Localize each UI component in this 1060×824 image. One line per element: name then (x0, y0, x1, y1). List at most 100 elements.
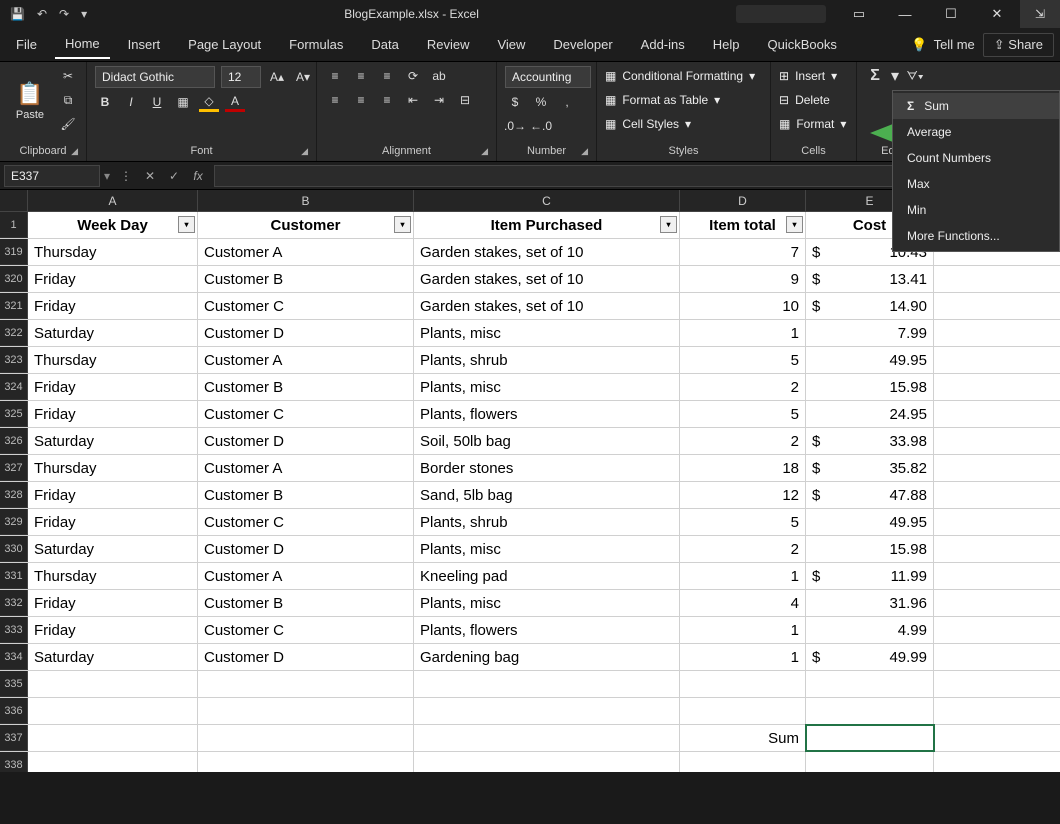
italic-button[interactable]: I (121, 92, 141, 112)
cell-item[interactable]: Kneeling pad (414, 563, 680, 589)
row-header[interactable]: 334 (0, 644, 28, 670)
cell-customer[interactable]: Customer A (198, 239, 414, 265)
cell-cost[interactable]: $33.98 (806, 428, 934, 454)
tab-page-layout[interactable]: Page Layout (178, 31, 271, 58)
cell-cost[interactable]: 7.99 (806, 320, 934, 346)
col-header-b[interactable]: B (198, 190, 414, 211)
cell-qty[interactable]: 18 (680, 455, 806, 481)
font-dialog-icon[interactable]: ◢ (301, 146, 308, 157)
cell-item[interactable]: Garden stakes, set of 10 (414, 266, 680, 292)
cell-qty[interactable]: 1 (680, 320, 806, 346)
row-header[interactable]: 322 (0, 320, 28, 346)
cell-qty[interactable]: 5 (680, 347, 806, 373)
cell-cost[interactable]: 24.95 (806, 401, 934, 427)
cell-empty[interactable] (28, 698, 198, 724)
cell-cost[interactable]: $49.99 (806, 644, 934, 670)
cell-customer[interactable]: Customer D (198, 536, 414, 562)
tab-home[interactable]: Home (55, 30, 110, 59)
cell-week-day[interactable]: Saturday (28, 536, 198, 562)
cell-item[interactable]: Gardening bag (414, 644, 680, 670)
close-button[interactable]: ✕ (974, 0, 1020, 28)
tab-insert[interactable]: Insert (118, 31, 171, 58)
maximize-button[interactable]: ☐ (928, 0, 974, 28)
increase-indent-icon[interactable]: ⇥ (429, 90, 449, 110)
cell-cost[interactable]: 15.98 (806, 536, 934, 562)
cell-empty[interactable] (806, 671, 934, 697)
row-header[interactable]: 326 (0, 428, 28, 454)
alignment-dialog-icon[interactable]: ◢ (481, 146, 488, 157)
filter-item-icon[interactable]: ▾ (660, 216, 677, 233)
cell-qty[interactable]: 7 (680, 239, 806, 265)
cell-item[interactable]: Sand, 5lb bag (414, 482, 680, 508)
cell-item[interactable]: Garden stakes, set of 10 (414, 239, 680, 265)
tab-help[interactable]: Help (703, 31, 750, 58)
cell-item[interactable]: Soil, 50lb bag (414, 428, 680, 454)
minimize-button[interactable]: — (882, 0, 928, 28)
cell-qty[interactable]: 4 (680, 590, 806, 616)
cell-cost[interactable]: 49.95 (806, 347, 934, 373)
cell-empty[interactable] (198, 725, 414, 751)
align-center-icon[interactable]: ≡ (351, 90, 371, 110)
cell-customer[interactable]: Customer B (198, 482, 414, 508)
cell-item[interactable]: Plants, misc (414, 374, 680, 400)
cell-customer[interactable]: Customer D (198, 320, 414, 346)
redo-icon[interactable]: ↷ (59, 7, 69, 21)
autosum-max[interactable]: Max (893, 171, 1059, 197)
row-header[interactable]: 325 (0, 401, 28, 427)
cell-customer[interactable]: Customer C (198, 293, 414, 319)
cell-empty[interactable] (28, 725, 198, 751)
cell-week-day[interactable]: Friday (28, 617, 198, 643)
side-pane-toggle-icon[interactable]: ⇲ (1020, 0, 1060, 28)
cell-qty[interactable]: 5 (680, 509, 806, 535)
decrease-decimal-icon[interactable]: ←.0 (531, 116, 551, 136)
format-cells-button[interactable]: ▦Format▾ (779, 114, 846, 134)
autosum-average[interactable]: Average (893, 119, 1059, 145)
tab-file[interactable]: File (6, 31, 47, 58)
autosum-dropdown-icon[interactable]: ▾ (891, 66, 899, 86)
cell-customer[interactable]: Customer C (198, 509, 414, 535)
autosum-min[interactable]: Min (893, 197, 1059, 223)
filter-week-day-icon[interactable]: ▾ (178, 216, 195, 233)
cell-week-day[interactable]: Saturday (28, 644, 198, 670)
header-item-purchased[interactable]: Item Purchased▾ (414, 212, 680, 238)
merge-center-icon[interactable]: ⊟ (455, 90, 475, 110)
cell-week-day[interactable]: Friday (28, 266, 198, 292)
row-header[interactable]: 330 (0, 536, 28, 562)
cell-empty[interactable] (198, 671, 414, 697)
number-format-combo[interactable]: Accounting (505, 66, 591, 88)
cell-empty[interactable] (198, 752, 414, 772)
cell-week-day[interactable]: Thursday (28, 563, 198, 589)
tab-add-ins[interactable]: Add-ins (631, 31, 695, 58)
undo-icon[interactable]: ↶ (37, 7, 47, 21)
autosum-count[interactable]: Count Numbers (893, 145, 1059, 171)
align-middle-icon[interactable]: ≡ (351, 66, 371, 86)
row-header[interactable]: 324 (0, 374, 28, 400)
cell-qty[interactable]: 2 (680, 428, 806, 454)
cell-qty[interactable]: 12 (680, 482, 806, 508)
worksheet[interactable]: 1 Week Day▾ Customer▾ Item Purchased▾ It… (0, 212, 1060, 772)
name-box[interactable]: E337 (4, 165, 100, 187)
col-header-d[interactable]: D (680, 190, 806, 211)
cell-item[interactable]: Plants, flowers (414, 401, 680, 427)
tab-view[interactable]: View (487, 31, 535, 58)
col-header-c[interactable]: C (414, 190, 680, 211)
row-header[interactable]: 320 (0, 266, 28, 292)
row-header[interactable]: 332 (0, 590, 28, 616)
cell-week-day[interactable]: Thursday (28, 347, 198, 373)
cell-qty[interactable]: 1 (680, 617, 806, 643)
fill-color-icon[interactable]: ◇ (199, 92, 219, 112)
cancel-formula-icon[interactable]: ✕ (138, 169, 162, 183)
cell-cost[interactable]: 49.95 (806, 509, 934, 535)
conditional-formatting-button[interactable]: ▦Conditional Formatting▾ (605, 66, 755, 86)
sort-filter-icon[interactable]: ᗊ▾ (905, 66, 925, 86)
delete-cells-button[interactable]: ⊟Delete (779, 90, 830, 110)
cell-styles-button[interactable]: ▦Cell Styles▾ (605, 114, 691, 134)
accounting-format-icon[interactable]: $ (505, 92, 525, 112)
font-size-combo[interactable]: 12 (221, 66, 261, 88)
cell-customer[interactable]: Customer A (198, 455, 414, 481)
decrease-font-icon[interactable]: A▾ (293, 67, 313, 87)
cell-cost[interactable]: $11.99 (806, 563, 934, 589)
account-area[interactable] (736, 5, 826, 23)
insert-function-icon[interactable]: fx (186, 169, 210, 183)
tab-developer[interactable]: Developer (543, 31, 622, 58)
